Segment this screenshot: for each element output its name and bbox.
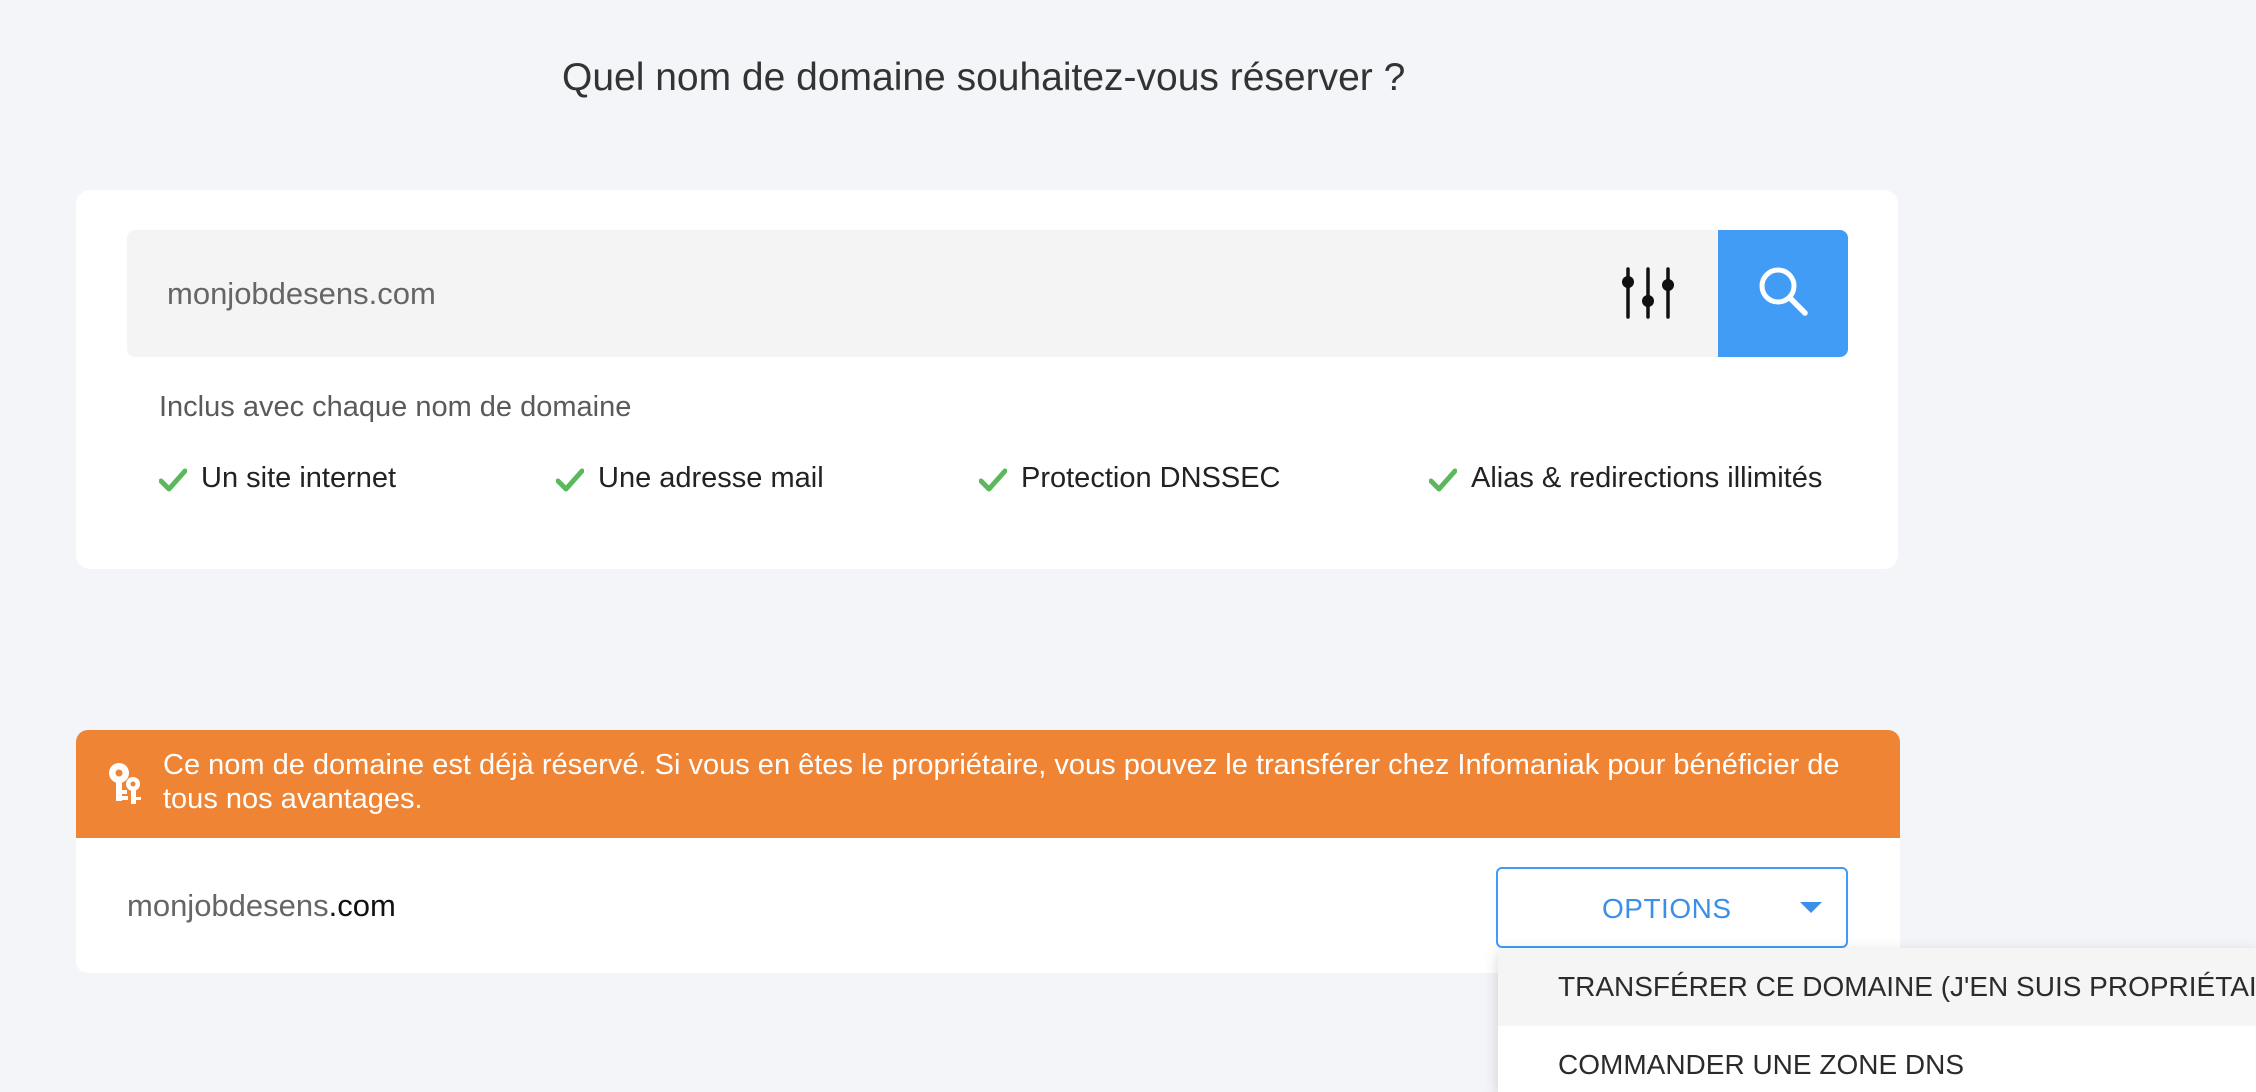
domain-sld: monjobdesens: [127, 888, 329, 923]
sliders-icon[interactable]: [1618, 263, 1678, 323]
search-button[interactable]: [1718, 230, 1848, 357]
caret-down-icon: [1800, 902, 1822, 913]
options-menu: TRANSFÉRER CE DOMAINE (J'EN SUIS PROPRIÉ…: [1498, 948, 2256, 1092]
included-label: Inclus avec chaque nom de domaine: [159, 391, 632, 423]
domain-result-card: Ce nom de domaine est déjà réservé. Si v…: [76, 730, 1900, 973]
options-label: OPTIONS: [1602, 893, 1732, 924]
domain-search-input[interactable]: [127, 230, 1718, 357]
keys-icon: [106, 760, 146, 806]
search-icon: [1755, 263, 1811, 324]
result-domain-name: monjobdesens.com: [127, 888, 396, 924]
feature-website: Un site internet: [158, 462, 397, 495]
feature-label: Alias & redirections illimités: [1471, 462, 1823, 494]
domain-taken-alert: Ce nom de domaine est déjà réservé. Si v…: [76, 730, 1900, 838]
check-icon: [978, 467, 1008, 491]
feature-label: Protection DNSSEC: [1021, 462, 1281, 494]
check-icon: [158, 467, 188, 491]
check-icon: [1428, 467, 1458, 491]
check-icon: [555, 467, 585, 491]
alert-message: Ce nom de domaine est déjà réservé. Si v…: [163, 749, 1840, 815]
feature-alias: Alias & redirections illimités: [1428, 462, 1823, 495]
menu-item-order-dns-zone[interactable]: COMMANDER UNE ZONE DNS: [1498, 1026, 2256, 1092]
feature-email: Une adresse mail: [555, 462, 824, 495]
feature-label: Un site internet: [201, 462, 397, 494]
feature-label: Une adresse mail: [598, 462, 824, 494]
domain-tld: .com: [328, 888, 396, 923]
feature-dnssec: Protection DNSSEC: [978, 462, 1281, 495]
search-bar: [127, 230, 1848, 357]
menu-item-transfer-domain[interactable]: TRANSFÉRER CE DOMAINE (J'EN SUIS PROPRIÉ…: [1498, 948, 2256, 1026]
page-title: Quel nom de domaine souhaitez-vous réser…: [562, 56, 1406, 99]
domain-search-card: Inclus avec chaque nom de domaine Un sit…: [76, 190, 1898, 569]
options-dropdown-button[interactable]: OPTIONS: [1496, 867, 1848, 948]
